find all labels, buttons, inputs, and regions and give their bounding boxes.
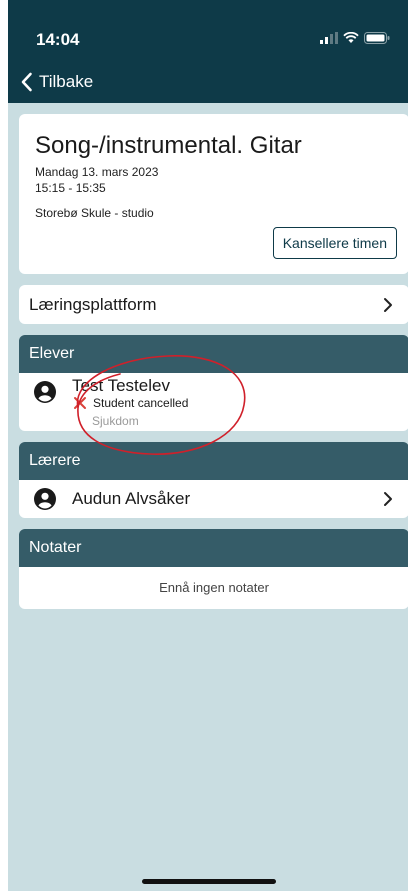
learning-platform-label: Læringsplattform: [29, 294, 157, 314]
notes-empty-text: Ennå ingen notater: [159, 580, 269, 595]
back-button[interactable]: Tilbake: [20, 72, 93, 92]
cancel-lesson-button[interactable]: Kansellere timen: [272, 227, 397, 259]
notes-panel: Ennå ingen notater: [19, 567, 408, 609]
teachers-heading: Lærere: [29, 452, 81, 469]
students-heading: Elever: [29, 345, 75, 362]
notes-heading: Notater: [29, 539, 82, 556]
lesson-title: Song-/instrumental. Gitar: [35, 132, 302, 159]
app-screen: 14:04 Tilbake Song-/instrumental. Gitar …: [8, 0, 408, 891]
cross-icon: [74, 397, 86, 409]
lesson-card: Song-/instrumental. Gitar Mandag 13. mar…: [19, 114, 408, 274]
student-row: Test Testelev Student cancelled Sjukdom: [19, 373, 408, 431]
chevron-right-icon: [384, 492, 392, 506]
student-cancel-reason: Sjukdom: [92, 414, 139, 428]
lesson-location: Storebø Skule - studio: [35, 206, 154, 220]
student-status-text: Student cancelled: [93, 396, 189, 410]
teacher-row[interactable]: Audun Alvsåker: [19, 480, 408, 518]
status-time: 14:04: [36, 30, 80, 49]
app-header: 14:04 Tilbake: [8, 0, 408, 103]
signal-icon: [320, 32, 338, 44]
lesson-time: 15:15 - 15:35: [35, 181, 106, 195]
learning-platform-row[interactable]: Læringsplattform: [19, 285, 408, 324]
status-icons: [320, 32, 390, 44]
student-status: Student cancelled: [73, 396, 188, 410]
lesson-date: Mandag 13. mars 2023: [35, 165, 159, 179]
user-avatar-icon: [34, 488, 56, 510]
chevron-right-icon: [384, 297, 392, 312]
teachers-section-header: Lærere: [19, 442, 408, 480]
students-section-header: Elever: [19, 335, 408, 373]
chevron-left-icon: [21, 72, 32, 92]
notes-section-header: Notater: [19, 529, 408, 567]
back-label: Tilbake: [39, 72, 94, 91]
teacher-name: Audun Alvsåker: [72, 489, 191, 508]
battery-icon: [364, 32, 390, 44]
student-name: Test Testelev: [72, 376, 170, 395]
user-avatar-icon: [34, 381, 56, 403]
wifi-icon: [343, 32, 359, 43]
home-indicator: [142, 879, 276, 884]
